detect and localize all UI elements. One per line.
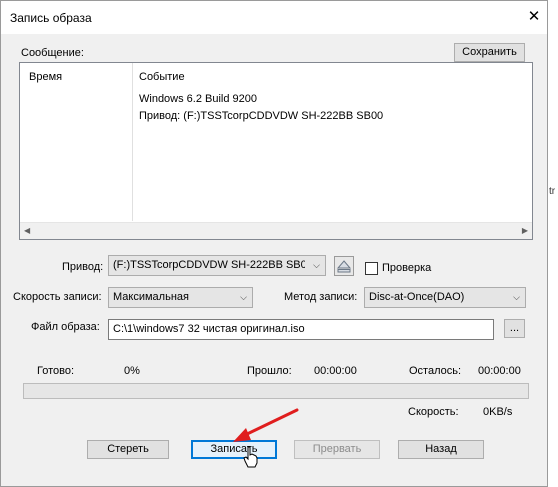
annotation-arrow bbox=[233, 408, 299, 442]
background-window-edge: tr bbox=[549, 186, 556, 197]
hand-cursor-icon bbox=[243, 446, 258, 468]
